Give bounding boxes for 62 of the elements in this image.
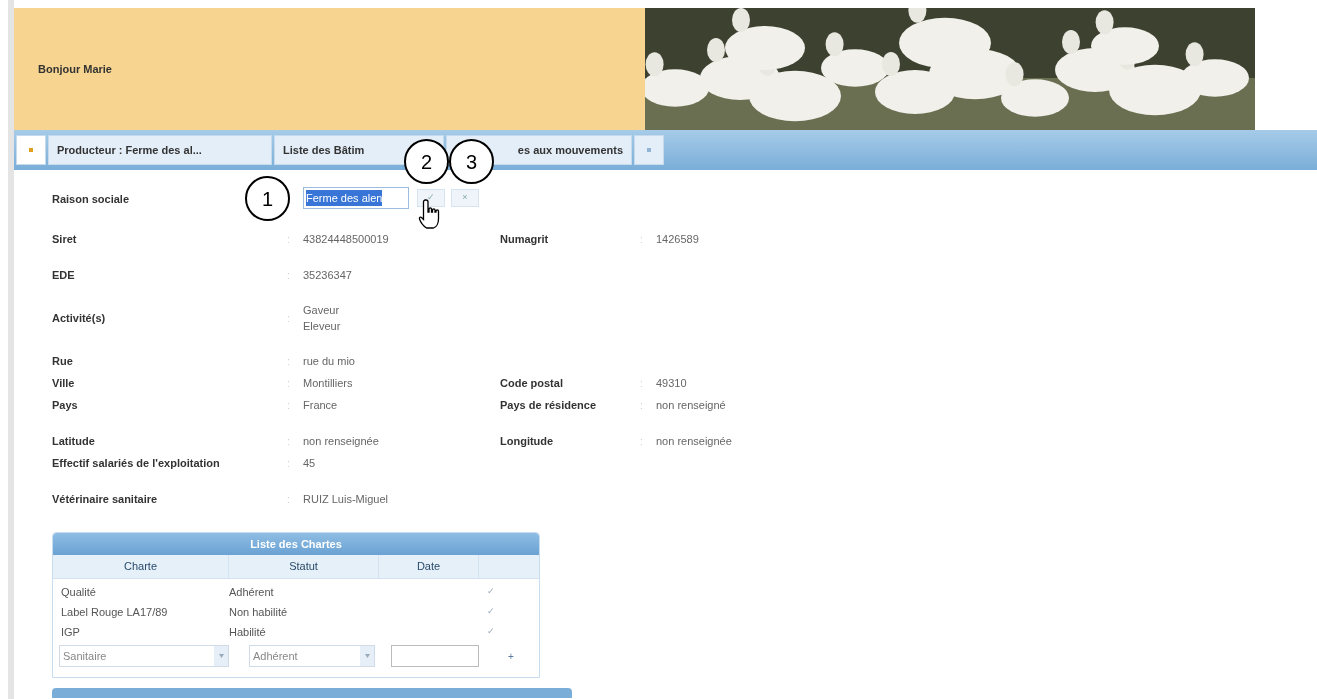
field-value: 49310 <box>656 376 688 391</box>
colon-separator: : <box>287 354 290 369</box>
input-field[interactable]: Ferme des alen <box>303 187 409 209</box>
field-label: EDE <box>52 267 75 283</box>
field-value: non renseignée <box>303 434 380 449</box>
field-label: Pays de résidence <box>500 397 596 413</box>
colon-separator: : <box>287 434 290 449</box>
field-value: non renseigné <box>656 398 727 413</box>
colon-separator: : <box>640 434 643 449</box>
field-value: rue du mio <box>303 354 356 369</box>
colon-separator: : <box>640 232 643 247</box>
column-header: Date <box>379 555 479 578</box>
colon-separator: : <box>287 456 290 471</box>
field-label: Activité(s) <box>52 310 106 326</box>
check-button[interactable]: ✓ <box>487 625 495 639</box>
confirm-button[interactable]: ✓ <box>417 189 445 207</box>
field-label: Pays <box>52 397 78 413</box>
table-cell: Qualité <box>61 585 96 598</box>
field-label: Vétérinaire sanitaire <box>52 491 158 507</box>
colon-separator: : <box>287 376 290 391</box>
field-value: 43824448500019 <box>303 232 390 247</box>
table-cell: Adhérent <box>229 585 274 598</box>
table-cell: IGP <box>61 625 80 638</box>
table-cell: Habilité <box>229 625 266 638</box>
colon-separator: : <box>287 232 290 247</box>
field-label: Raison sociale <box>52 193 130 205</box>
select-field[interactable]: Sanitaire <box>59 645 229 667</box>
colon-separator: : <box>287 268 290 283</box>
check-button[interactable]: ✓ <box>487 585 495 599</box>
field-label: Siret <box>52 231 77 247</box>
field-value: France <box>303 398 339 413</box>
colon-separator: : <box>287 398 290 413</box>
tab[interactable]: Producteur : Ferme des al... <box>48 135 272 165</box>
field-value: Montilliers <box>303 376 354 391</box>
colon-separator: : <box>287 492 290 507</box>
field-value: 45 <box>303 456 317 471</box>
select-field[interactable]: Adhérent <box>249 645 375 667</box>
field-value: Gaveur <box>303 303 341 318</box>
field-label: Code postal <box>500 375 563 391</box>
table-title: Liste des Chartes <box>53 533 539 555</box>
colon-separator: : <box>640 376 643 391</box>
greeting: Bonjour Marie <box>38 61 112 77</box>
field-value: 1426589 <box>656 232 700 247</box>
cancel-button[interactable]: × <box>451 189 479 207</box>
field-value: non renseignée <box>656 434 733 449</box>
field-label: Numagrit <box>500 231 549 247</box>
number-callout-tooltip: 1 <box>245 176 290 221</box>
column-header: Statut <box>229 555 379 578</box>
colon-separator: : <box>287 311 290 326</box>
check-button[interactable]: ✓ <box>487 605 495 619</box>
table-cell: Label Rouge LA17/89 <box>61 605 168 618</box>
field-value: RUIZ Luis-Miguel <box>303 492 389 507</box>
field-value: 35236347 <box>303 268 353 283</box>
colon-separator: : <box>640 398 643 413</box>
field-label: Effectif salariés de l'exploitation <box>52 455 220 471</box>
field-label: Longitude <box>500 433 554 449</box>
table-cell: Non habilité <box>229 605 288 618</box>
column-header: Charte <box>53 555 229 578</box>
field-label: Ville <box>52 375 75 391</box>
field-value: Eleveur <box>303 319 342 334</box>
field-label: Rue <box>52 353 73 369</box>
field-label: Latitude <box>52 433 95 449</box>
